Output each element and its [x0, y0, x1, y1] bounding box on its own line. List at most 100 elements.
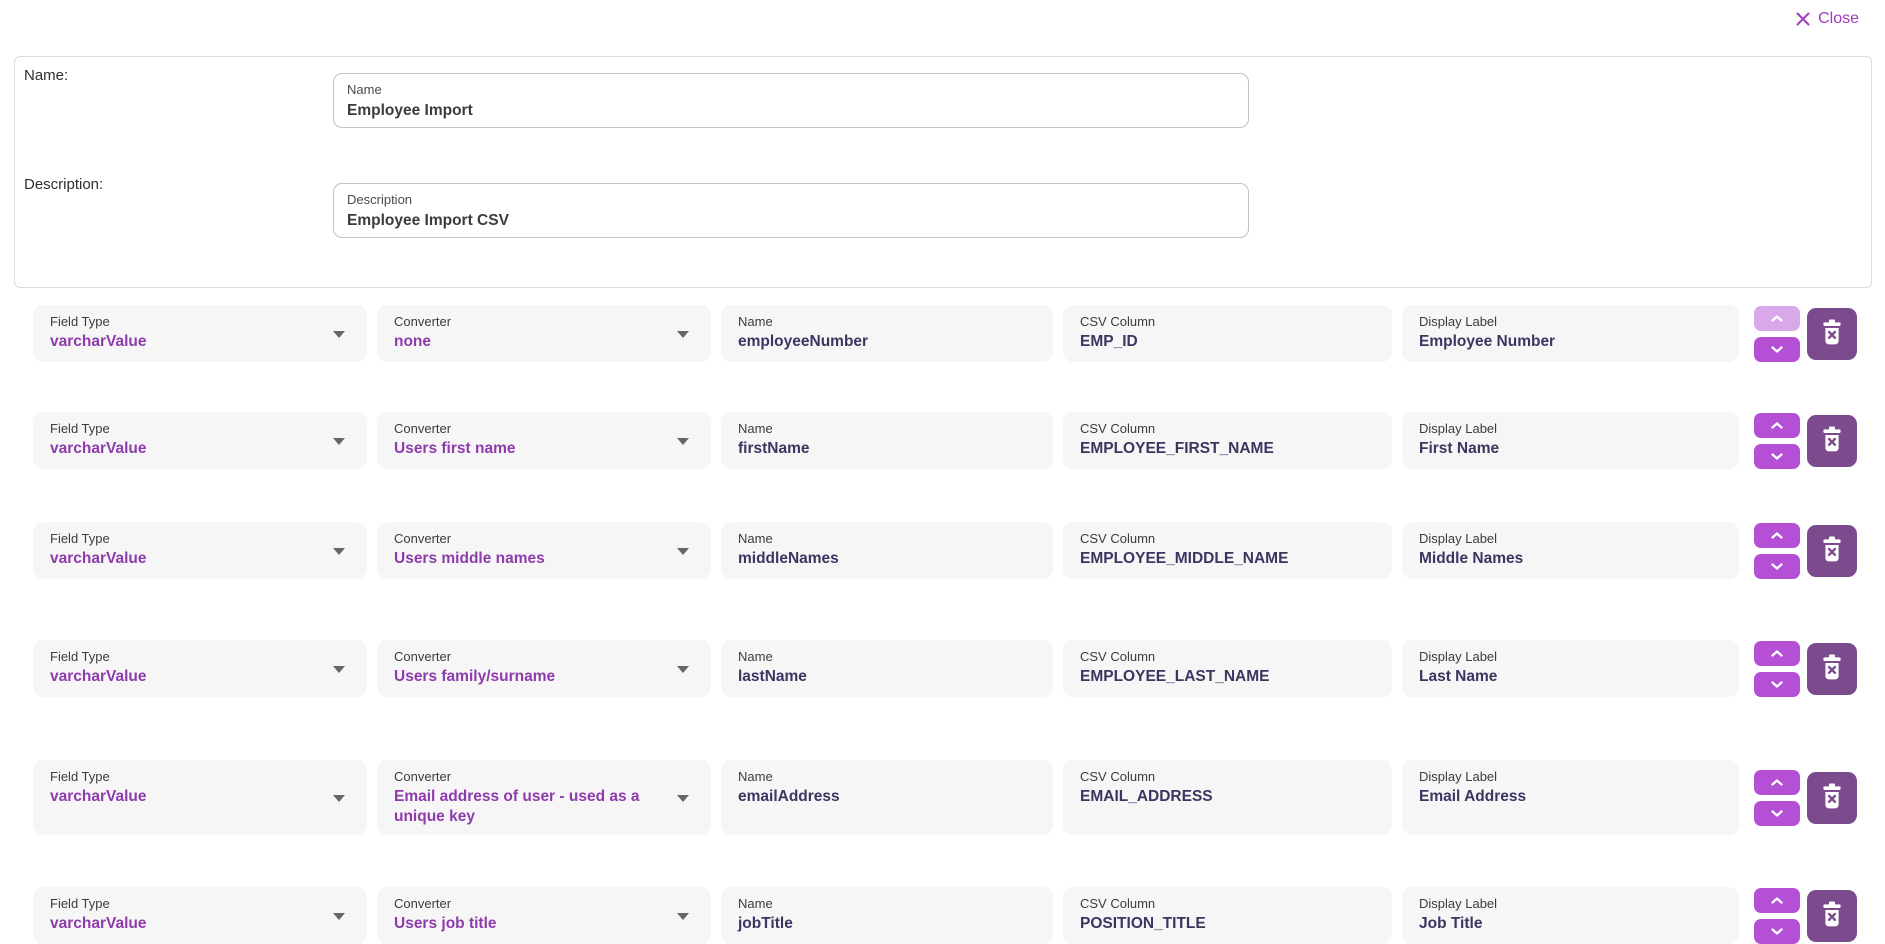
field-type-value: varcharValue	[50, 439, 325, 459]
chevron-down-icon	[677, 913, 689, 920]
chevron-down-icon	[1770, 342, 1784, 357]
name-field[interactable]: Name emailAddress	[721, 760, 1053, 835]
import-details-card: Name: Name Employee Import Description: …	[14, 56, 1872, 288]
delete-row-button[interactable]	[1807, 772, 1857, 824]
chevron-down-icon	[1770, 806, 1784, 821]
field-mapping-row: Field Type varcharValue Converter Users …	[33, 412, 1857, 469]
chevron-down-icon	[677, 548, 689, 555]
converter-label: Converter	[394, 769, 669, 785]
move-up-button[interactable]	[1754, 770, 1800, 795]
converter-label: Converter	[394, 314, 669, 330]
csv-column-field[interactable]: CSV Column EMP_ID	[1063, 305, 1392, 362]
csv-column-field[interactable]: CSV Column EMPLOYEE_MIDDLE_NAME	[1063, 522, 1392, 579]
name-input-floating-label: Name	[347, 82, 1235, 98]
field-type-label: Field Type	[50, 421, 325, 437]
reorder-buttons	[1754, 413, 1800, 469]
converter-select[interactable]: Converter none	[377, 305, 711, 362]
delete-row-button[interactable]	[1807, 415, 1857, 467]
move-down-button[interactable]	[1754, 801, 1800, 826]
field-type-label: Field Type	[50, 314, 325, 330]
name-input-value: Employee Import	[347, 101, 1235, 120]
name-field-label: Name	[738, 531, 1036, 547]
move-up-button[interactable]	[1754, 641, 1800, 666]
field-type-value: varcharValue	[50, 549, 325, 569]
display-label-field[interactable]: Display Label Middle Names	[1402, 522, 1739, 579]
description-row-label: Description:	[24, 176, 103, 193]
name-field[interactable]: Name employeeNumber	[721, 305, 1053, 362]
move-up-button[interactable]	[1754, 888, 1800, 913]
csv-column-value: EMPLOYEE_LAST_NAME	[1080, 667, 1375, 687]
name-field-label: Name	[738, 421, 1036, 437]
display-label-label: Display Label	[1419, 314, 1722, 330]
converter-select[interactable]: Converter Email address of user - used a…	[377, 760, 711, 835]
chevron-up-icon	[1770, 646, 1784, 661]
row-actions	[1754, 760, 1857, 835]
converter-label: Converter	[394, 896, 669, 912]
csv-column-label: CSV Column	[1080, 649, 1375, 665]
move-up-button[interactable]	[1754, 306, 1800, 331]
chevron-up-icon	[1770, 418, 1784, 433]
move-up-button[interactable]	[1754, 523, 1800, 548]
display-label-field[interactable]: Display Label Last Name	[1402, 640, 1739, 697]
field-type-label: Field Type	[50, 649, 325, 665]
reorder-buttons	[1754, 641, 1800, 697]
display-label-label: Display Label	[1419, 769, 1722, 785]
reorder-buttons	[1754, 523, 1800, 579]
name-field[interactable]: Name firstName	[721, 412, 1053, 469]
name-field[interactable]: Name middleNames	[721, 522, 1053, 579]
converter-select[interactable]: Converter Users family/surname	[377, 640, 711, 697]
trash-icon	[1820, 426, 1844, 455]
move-down-button[interactable]	[1754, 554, 1800, 579]
display-label-field[interactable]: Display Label Employee Number	[1402, 305, 1739, 362]
csv-column-field[interactable]: CSV Column EMPLOYEE_LAST_NAME	[1063, 640, 1392, 697]
csv-column-field[interactable]: CSV Column EMAIL_ADDRESS	[1063, 760, 1392, 835]
name-field-label: Name	[738, 769, 1036, 785]
reorder-buttons	[1754, 306, 1800, 362]
delete-row-button[interactable]	[1807, 308, 1857, 360]
name-field-value: firstName	[738, 439, 1036, 459]
field-mapping-row: Field Type varcharValue Converter none N…	[33, 305, 1857, 362]
delete-row-button[interactable]	[1807, 643, 1857, 695]
converter-select[interactable]: Converter Users middle names	[377, 522, 711, 579]
chevron-down-icon	[677, 438, 689, 445]
converter-value: Users family/surname	[394, 667, 669, 687]
display-label-field[interactable]: Display Label First Name	[1402, 412, 1739, 469]
name-row-label: Name:	[24, 67, 68, 84]
delete-row-button[interactable]	[1807, 525, 1857, 577]
import-description-input[interactable]: Description Employee Import CSV	[333, 183, 1249, 238]
csv-column-label: CSV Column	[1080, 769, 1375, 785]
move-down-button[interactable]	[1754, 337, 1800, 362]
csv-column-label: CSV Column	[1080, 314, 1375, 330]
move-up-button[interactable]	[1754, 413, 1800, 438]
move-down-button[interactable]	[1754, 444, 1800, 469]
name-field-value: employeeNumber	[738, 332, 1036, 352]
chevron-up-icon	[1770, 893, 1784, 908]
chevron-down-icon	[333, 666, 345, 673]
csv-column-value: POSITION_TITLE	[1080, 914, 1375, 934]
display-label-field[interactable]: Display Label Email Address	[1402, 760, 1739, 835]
field-type-select[interactable]: Field Type varcharValue	[33, 305, 367, 362]
trash-icon	[1820, 319, 1844, 348]
display-label-label: Display Label	[1419, 896, 1722, 912]
move-down-button[interactable]	[1754, 919, 1800, 944]
chevron-down-icon	[333, 548, 345, 555]
chevron-down-icon	[1770, 677, 1784, 692]
name-field-value: emailAddress	[738, 787, 1036, 807]
import-name-input[interactable]: Name Employee Import	[333, 73, 1249, 128]
field-type-value: varcharValue	[50, 667, 325, 687]
field-type-select[interactable]: Field Type varcharValue	[33, 640, 367, 697]
csv-column-field[interactable]: CSV Column EMPLOYEE_FIRST_NAME	[1063, 412, 1392, 469]
name-field-label: Name	[738, 649, 1036, 665]
field-type-select[interactable]: Field Type varcharValue	[33, 760, 367, 835]
converter-value: Users middle names	[394, 549, 669, 569]
close-button-label: Close	[1818, 10, 1859, 28]
field-type-select[interactable]: Field Type varcharValue	[33, 522, 367, 579]
close-button[interactable]: Close	[1795, 10, 1859, 28]
chevron-down-icon	[333, 438, 345, 445]
converter-select[interactable]: Converter Users first name	[377, 412, 711, 469]
move-down-button[interactable]	[1754, 672, 1800, 697]
converter-label: Converter	[394, 531, 669, 547]
field-type-select[interactable]: Field Type varcharValue	[33, 412, 367, 469]
name-field[interactable]: Name lastName	[721, 640, 1053, 697]
row-actions	[1754, 305, 1857, 362]
